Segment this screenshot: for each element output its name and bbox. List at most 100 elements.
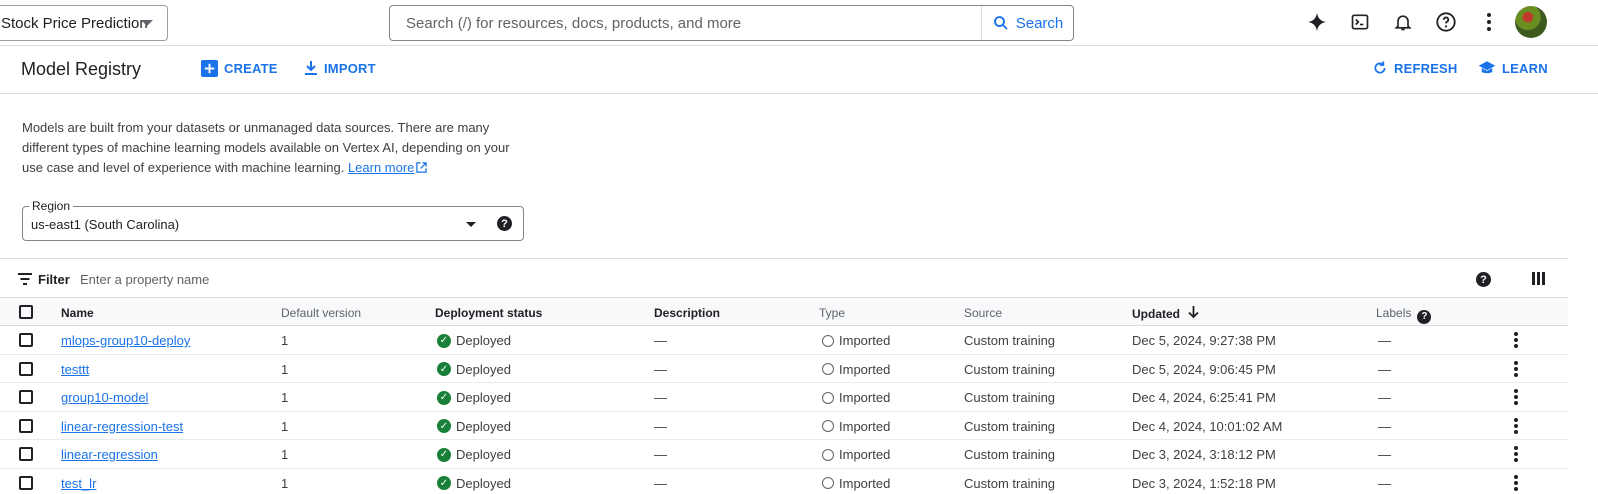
region-select[interactable]: Region us-east1 (South Carolina) ? [22,199,524,241]
model-source: Custom training [964,390,1056,405]
col-deployment-status[interactable]: Deployment status [435,306,542,320]
filter-bar: Filter Enter a property name ? [0,258,1568,298]
imported-model-icon [822,448,834,461]
top-bar: Stock Price Prediction Search (/) for re… [0,0,1598,46]
row-actions-icon[interactable] [1514,332,1518,348]
search-button-label: Search [1015,14,1064,32]
table-row: test_lr 1 ✓ Deployed — Imported Custom t… [0,469,1568,494]
download-icon [305,61,317,75]
labels: — [1378,418,1391,434]
school-icon [1478,61,1496,74]
default-version: 1 [281,361,289,377]
row-checkbox[interactable] [19,390,33,404]
help-icon[interactable]: ? [497,216,512,231]
deployment-status: ✓ Deployed [437,476,511,491]
row-checkbox[interactable] [19,447,33,461]
check-circle-icon: ✓ [437,419,451,433]
cloud-shell-icon[interactable] [1348,10,1372,34]
row-actions-icon[interactable] [1514,446,1518,462]
help-icon[interactable]: ? [1417,309,1432,324]
col-labels[interactable]: Labels? [1376,306,1432,324]
model-name-link[interactable]: group10-model [61,390,148,405]
filter-label: Filter [38,272,70,287]
deployment-status-label: Deployed [456,447,511,462]
open-in-new-icon [416,162,428,173]
table-row: testtt 1 ✓ Deployed — Imported Custom tr… [0,355,1568,383]
row-actions-icon[interactable] [1514,474,1518,491]
col-default-version[interactable]: Default version [281,306,361,320]
row-checkbox[interactable] [19,361,33,376]
labels: — [1378,390,1391,405]
check-circle-icon: ✓ [437,476,451,490]
model-name-link[interactable]: test_lr [61,476,96,491]
model-type-label: Imported [839,390,891,405]
search-input[interactable]: Search (/) for resources, docs, products… [406,15,741,32]
imported-model-icon [822,477,834,489]
create-button[interactable]: CREATE [201,60,278,77]
model-type-label: Imported [839,475,891,491]
default-version: 1 [281,418,289,434]
intro-text: Models are built from your datasets or u… [22,118,532,178]
filter-input[interactable]: Enter a property name [80,272,209,287]
col-description[interactable]: Description [654,306,720,320]
help-icon[interactable]: ? [1476,272,1491,287]
avatar[interactable] [1515,6,1547,38]
model-name-link[interactable]: linear-regression [61,447,158,462]
learn-more-link[interactable]: Learn more [348,160,414,175]
col-name[interactable]: Name [61,306,94,320]
refresh-button[interactable]: REFRESH [1372,60,1458,76]
model-type: Imported [822,362,890,377]
notifications-icon[interactable] [1391,10,1415,34]
more-vert-icon[interactable] [1477,10,1501,34]
model-source: Custom training [964,418,1056,434]
row-checkbox[interactable] [19,475,33,490]
description: — [654,333,667,348]
deployment-status-label: Deployed [456,361,511,377]
region-value: us-east1 (South Carolina) [31,217,180,232]
labels: — [1378,447,1391,462]
model-type: Imported [822,333,890,348]
row-checkbox[interactable] [19,333,33,347]
search-icon [993,16,1008,30]
imported-model-icon [822,334,834,347]
col-updated[interactable]: Updated [1132,306,1199,321]
model-type: Imported [822,476,890,491]
model-name-link[interactable]: linear-regression-test [61,419,183,434]
search-button[interactable]: Search [981,6,1073,40]
help-icon[interactable] [1434,10,1458,34]
row-actions-icon[interactable] [1514,389,1518,405]
deployment-status: ✓ Deployed [437,447,511,462]
column-display-icon[interactable] [1532,272,1545,285]
row-actions-icon[interactable] [1514,417,1518,434]
deployment-status: ✓ Deployed [437,362,511,377]
default-version: 1 [281,333,289,348]
search-bar[interactable]: Search (/) for resources, docs, products… [389,5,1074,41]
imported-model-icon [822,391,834,404]
row-checkbox[interactable] [19,418,33,433]
model-name-link[interactable]: testtt [61,362,89,377]
model-name-link[interactable]: mlops-group10-deploy [61,333,190,348]
col-labels-label: Labels [1376,306,1412,320]
project-picker[interactable]: Stock Price Prediction [0,5,168,41]
import-button[interactable]: IMPORT [304,60,376,76]
updated-time: Dec 5, 2024, 9:27:38 PM [1132,333,1276,348]
updated-time: Dec 5, 2024, 9:06:45 PM [1132,361,1276,377]
check-circle-icon: ✓ [437,362,451,376]
gemini-sparkle-icon[interactable] [1305,10,1329,34]
col-type[interactable]: Type [819,306,845,320]
models-table: Name Default version Deployment status D… [0,298,1568,494]
col-updated-label: Updated [1132,307,1180,321]
learn-button[interactable]: LEARN [1478,60,1548,76]
row-actions-icon[interactable] [1514,360,1518,377]
refresh-icon [1374,61,1386,74]
check-circle-icon: ✓ [437,333,451,348]
table-header: Name Default version Deployment status D… [0,298,1568,326]
model-source: Custom training [964,361,1056,377]
model-type-label: Imported [839,418,891,434]
dropdown-caret-icon [141,20,153,26]
create-label: CREATE [224,61,278,76]
deployment-status-label: Deployed [456,475,511,491]
model-type: Imported [822,390,890,405]
select-all-checkbox[interactable] [19,305,33,319]
col-source[interactable]: Source [964,306,1002,320]
